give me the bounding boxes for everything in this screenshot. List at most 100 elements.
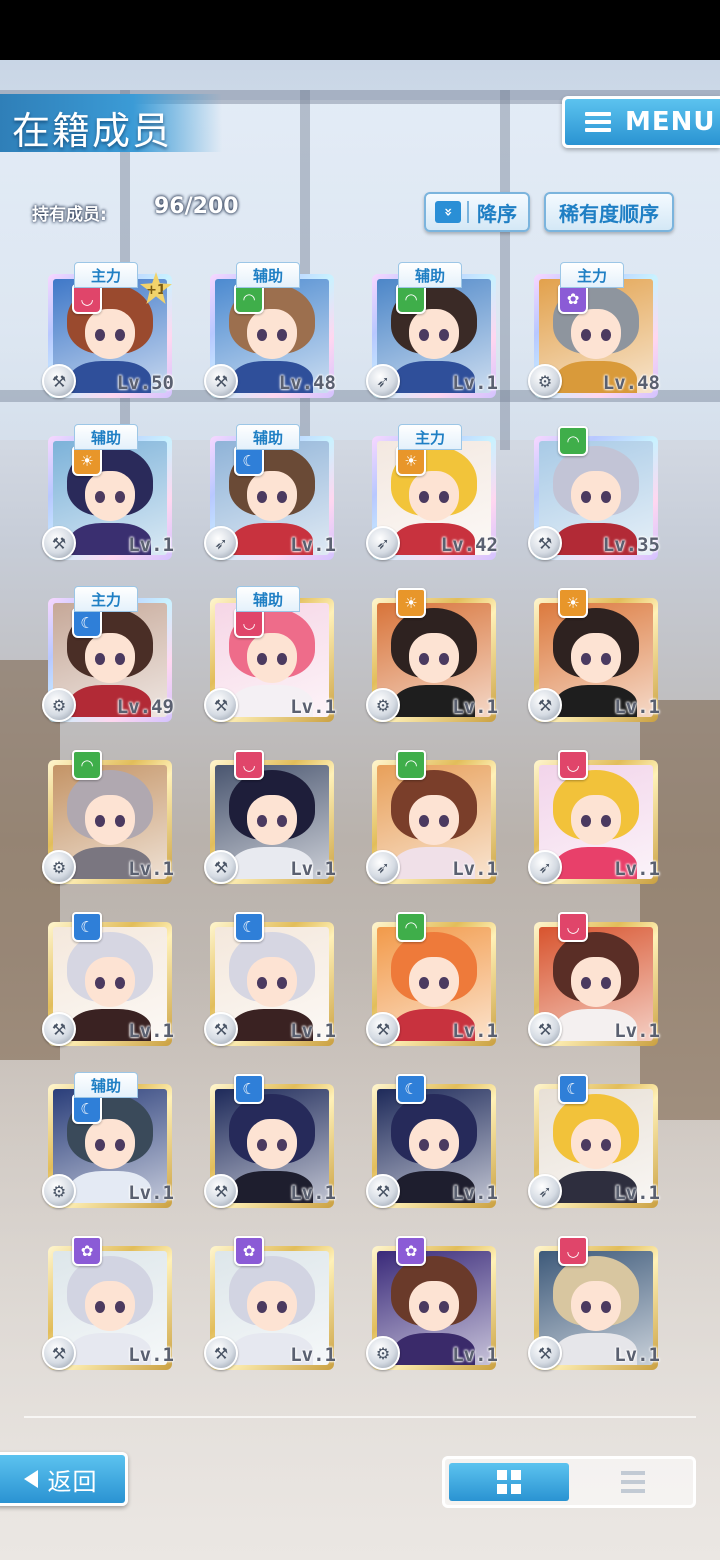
member-card[interactable]: ◠ ⚒ Lv.1 <box>364 910 502 1052</box>
gear-icon: ⚙ <box>42 688 76 722</box>
wrench-icon: ⚒ <box>42 1336 76 1370</box>
attribute-blue-icon: ☾ <box>72 1094 102 1124</box>
page-title: 在籍成员 <box>12 109 173 153</box>
level-text: Lv.1 <box>290 858 336 880</box>
level-text: Lv.1 <box>452 372 498 394</box>
attribute-blue-icon: ☾ <box>72 912 102 942</box>
member-card[interactable]: ☀ ⚒ Lv.1 <box>526 586 664 728</box>
view-toggle <box>442 1456 696 1508</box>
member-card[interactable]: ☾ ⚒ Lv.1 <box>40 910 178 1052</box>
list-icon <box>621 1471 645 1493</box>
level-text: Lv.1 <box>290 696 336 718</box>
level-text: Lv.1 <box>128 534 174 556</box>
member-card[interactable]: ◡ 辅助 ⚒ Lv.1 <box>202 586 340 728</box>
level-text: Lv.1 <box>452 696 498 718</box>
member-card[interactable]: ◡ ⚒ Lv.1 <box>202 748 340 890</box>
rocket-icon: ➶ <box>528 1174 562 1208</box>
member-card[interactable]: ✿ 主力 ⚙ Lv.48 <box>526 262 664 404</box>
level-text: Lv.49 <box>116 696 174 718</box>
level-text: Lv.1 <box>128 858 174 880</box>
member-card[interactable]: ◡ 主力 +1 ⚒ Lv.50 <box>40 262 178 404</box>
member-card[interactable]: ☾ 辅助 ➶ Lv.1 <box>202 424 340 566</box>
member-card[interactable]: ◠ ➶ Lv.1 <box>364 748 502 890</box>
member-card[interactable]: ☾ 主力 ⚙ Lv.49 <box>40 586 178 728</box>
member-card[interactable]: ◡ ➶ Lv.1 <box>526 748 664 890</box>
member-card[interactable]: ✿ ⚒ Lv.1 <box>202 1234 340 1376</box>
level-text: Lv.1 <box>614 1344 660 1366</box>
level-text: Lv.1 <box>452 1020 498 1042</box>
menu-button[interactable]: MENU <box>562 96 720 148</box>
sort-rarity-button[interactable]: 稀有度顺序 <box>544 192 674 232</box>
level-text: Lv.1 <box>452 858 498 880</box>
member-card[interactable]: ✿ ⚒ Lv.1 <box>40 1234 178 1376</box>
gear-icon: ⚙ <box>528 364 562 398</box>
attribute-red-icon: ◡ <box>558 1236 588 1266</box>
role-tag: 辅助 <box>236 262 300 288</box>
member-card[interactable]: ◡ ⚒ Lv.1 <box>526 910 664 1052</box>
wrench-icon: ⚒ <box>204 1174 238 1208</box>
rocket-icon: ➶ <box>528 850 562 884</box>
role-tag: 主力 <box>74 586 138 612</box>
wrench-icon: ⚒ <box>204 1336 238 1370</box>
member-card[interactable]: ☀ ⚙ Lv.1 <box>364 586 502 728</box>
attribute-purple-icon: ✿ <box>558 284 588 314</box>
sort-order-button[interactable]: » 降序 <box>424 192 530 232</box>
member-card[interactable]: ◠ 辅助 ⚒ Lv.48 <box>202 262 340 404</box>
member-card[interactable]: ☾ ➶ Lv.1 <box>526 1072 664 1214</box>
wrench-icon: ⚒ <box>204 364 238 398</box>
level-text: Lv.1 <box>290 1344 336 1366</box>
member-card[interactable]: ☾ ⚒ Lv.1 <box>364 1072 502 1214</box>
member-card[interactable]: ☀ 主力 ➶ Lv.42 <box>364 424 502 566</box>
wrench-icon: ⚒ <box>204 1012 238 1046</box>
role-tag: 辅助 <box>236 424 300 450</box>
attribute-red-icon: ◡ <box>234 608 264 638</box>
list-view-button[interactable] <box>573 1459 693 1505</box>
attribute-orange-icon: ☀ <box>396 446 426 476</box>
rocket-icon: ➶ <box>366 364 400 398</box>
attribute-blue-icon: ☾ <box>234 1074 264 1104</box>
rocket-icon: ➶ <box>204 526 238 560</box>
attribute-orange-icon: ☀ <box>396 588 426 618</box>
gear-icon: ⚙ <box>366 1336 400 1370</box>
attribute-red-icon: ◡ <box>234 750 264 780</box>
level-text: Lv.1 <box>452 1344 498 1366</box>
level-text: Lv.1 <box>128 1020 174 1042</box>
attribute-blue-icon: ☾ <box>558 1074 588 1104</box>
attribute-blue-icon: ☾ <box>234 446 264 476</box>
role-tag: 主力 <box>74 262 138 288</box>
gear-icon: ⚙ <box>42 1174 76 1208</box>
back-label: 返回 <box>47 1467 98 1496</box>
member-card[interactable]: ◠ 辅助 ➶ Lv.1 <box>364 262 502 404</box>
back-button[interactable]: 返回 <box>0 1452 128 1506</box>
member-card[interactable]: ☀ 辅助 ⚒ Lv.1 <box>40 424 178 566</box>
member-card[interactable]: ◡ ⚒ Lv.1 <box>526 1234 664 1376</box>
member-card[interactable]: ◠ ⚒ Lv.35 <box>526 424 664 566</box>
attribute-orange-icon: ☀ <box>558 588 588 618</box>
member-card[interactable]: ☾ 辅助 ⚙ Lv.1 <box>40 1072 178 1214</box>
level-text: Lv.1 <box>128 1182 174 1204</box>
level-text: Lv.35 <box>602 534 660 556</box>
attribute-purple-icon: ✿ <box>234 1236 264 1266</box>
level-text: Lv.42 <box>440 534 498 556</box>
level-text: Lv.1 <box>614 696 660 718</box>
member-card[interactable]: ☾ ⚒ Lv.1 <box>202 1072 340 1214</box>
attribute-blue-icon: ☾ <box>72 608 102 638</box>
sort-rarity-label: 稀有度顺序 <box>559 201 659 226</box>
attribute-purple-icon: ✿ <box>396 1236 426 1266</box>
level-text: Lv.1 <box>290 1182 336 1204</box>
wrench-icon: ⚒ <box>42 1012 76 1046</box>
hammer-icon: ⚒ <box>366 1012 400 1046</box>
grid-view-button[interactable] <box>449 1463 569 1501</box>
member-card[interactable]: ◠ ⚙ Lv.1 <box>40 748 178 890</box>
attribute-green-icon: ◠ <box>396 912 426 942</box>
level-text: Lv.1 <box>290 1020 336 1042</box>
hamburger-icon <box>585 112 611 132</box>
attribute-green-icon: ◠ <box>72 750 102 780</box>
member-card[interactable]: ☾ ⚒ Lv.1 <box>202 910 340 1052</box>
member-card[interactable]: ✿ ⚙ Lv.1 <box>364 1234 502 1376</box>
attribute-blue-icon: ☾ <box>234 912 264 942</box>
rocket-icon: ➶ <box>366 526 400 560</box>
role-tag: 主力 <box>398 424 462 450</box>
attribute-red-icon: ◡ <box>558 750 588 780</box>
back-arrow-icon <box>23 1470 38 1488</box>
